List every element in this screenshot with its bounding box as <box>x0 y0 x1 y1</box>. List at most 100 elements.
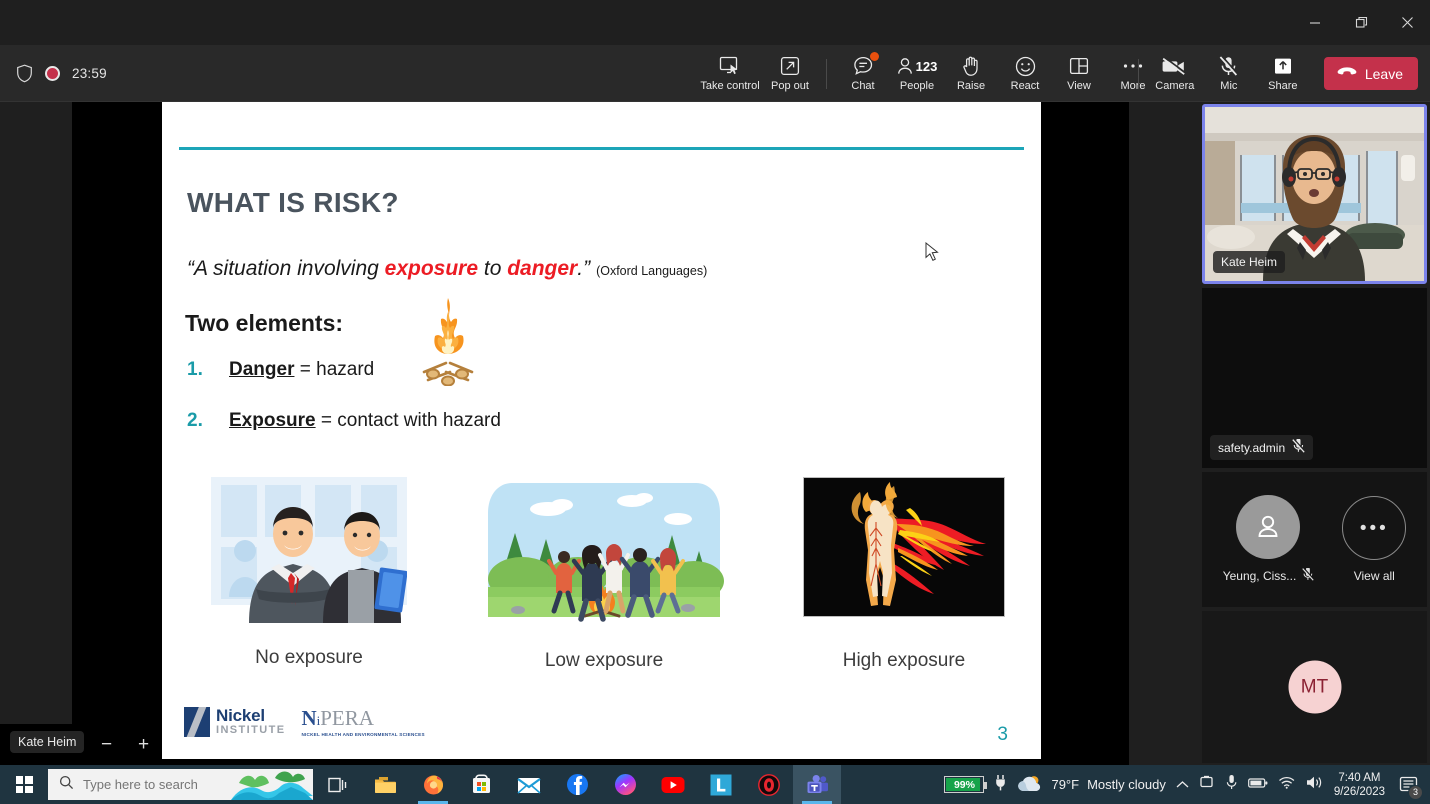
battery-icon[interactable] <box>1247 776 1268 794</box>
close-button[interactable] <box>1384 0 1430 45</box>
taskbar-search[interactable] <box>48 769 313 800</box>
file-explorer-icon[interactable] <box>361 765 409 804</box>
avatar-label-row: Yeung, Ciss... <box>1223 567 1315 584</box>
pop-out-button[interactable]: Pop out <box>763 47 817 100</box>
camera-off-icon <box>1162 55 1187 77</box>
teams-meeting-window: 23:59 Take control Pop out Chat 123 Peop… <box>0 0 1430 804</box>
more-ellipsis-icon: ••• <box>1342 496 1407 560</box>
raise-hand-icon <box>962 55 981 77</box>
weather-cloud-icon <box>1017 774 1043 796</box>
react-button[interactable]: React <box>998 47 1052 100</box>
volume-icon[interactable] <box>1305 775 1324 795</box>
zoom-controls: − + <box>88 724 162 765</box>
toolbar-right-group: Camera Mic Share Leave <box>1129 45 1418 102</box>
participant-tile-active[interactable]: Kate Heim <box>1202 104 1427 284</box>
people-icon <box>897 57 912 74</box>
youtube-icon[interactable] <box>649 765 697 804</box>
slide-page-number: 3 <box>997 724 1008 745</box>
participant-tile-initials[interactable]: MT <box>1202 611 1427 763</box>
list-number-2: 2. <box>187 410 203 431</box>
participant-roster: Kate Heim safety.admin Yeung, Ciss... ••… <box>1199 102 1430 765</box>
microphone-icon[interactable] <box>1225 774 1238 795</box>
mail-icon[interactable] <box>505 765 553 804</box>
business-people-photo <box>211 477 407 623</box>
mic-muted-icon <box>1292 438 1306 456</box>
nipera-logo: NiPERA NICKEL HEALTH AND ENVIRONMENTAL S… <box>301 708 424 738</box>
weather-widget[interactable]: 79°F Mostly cloudy <box>1017 774 1166 796</box>
share-label: Share <box>1268 80 1298 92</box>
slide-quote: “A situation involving exposure to dange… <box>187 257 707 281</box>
participant-name: safety.admin <box>1218 440 1286 455</box>
pop-out-label: Pop out <box>771 80 809 92</box>
people-icon-group: 123 <box>897 55 938 77</box>
zoom-out-button[interactable]: − <box>101 735 112 754</box>
minimize-button[interactable] <box>1292 0 1338 45</box>
chat-icon <box>853 52 879 77</box>
microsoft-store-icon[interactable] <box>457 765 505 804</box>
zoom-in-button[interactable]: + <box>138 735 149 754</box>
take-control-icon <box>719 55 741 77</box>
chat-button[interactable]: Chat <box>836 47 890 100</box>
raise-hand-button[interactable]: Raise <box>944 47 998 100</box>
pop-out-icon <box>780 55 800 77</box>
list-term-exposure: Exposure <box>229 410 316 431</box>
record-dot-icon <box>45 66 60 81</box>
quote-part-1: “A situation involving <box>187 257 385 280</box>
caption-low-exposure: Low exposure <box>544 650 664 671</box>
participant-avatar-yeung[interactable]: Yeung, Ciss... <box>1223 495 1315 584</box>
onedrive-icon[interactable] <box>1199 775 1215 795</box>
windows-start-icon <box>15 776 33 793</box>
person-on-fire-photo <box>803 477 1005 617</box>
slide-logos: Nickel INSTITUTE NiPERA NICKEL HEALTH AN… <box>184 707 425 737</box>
take-control-label: Take control <box>700 80 760 92</box>
battery-indicator[interactable]: 99% <box>944 776 988 793</box>
mic-muted-icon <box>1302 567 1315 584</box>
taskbar-clock[interactable]: 7:40 AM 9/26/2023 <box>1334 771 1385 799</box>
view-all-button[interactable]: ••• View all <box>1342 496 1407 583</box>
shared-screen-frame[interactable]: WHAT IS RISK? “A situation involving exp… <box>72 102 1129 765</box>
take-control-button[interactable]: Take control <box>697 47 763 100</box>
firefox-icon[interactable] <box>409 765 457 804</box>
microsoft-teams-icon[interactable] <box>793 765 841 804</box>
people-count: 123 <box>915 58 938 74</box>
messenger-icon[interactable] <box>601 765 649 804</box>
toolbar-divider <box>826 58 827 89</box>
leave-button[interactable]: Leave <box>1323 57 1418 90</box>
quote-danger: danger <box>507 257 578 280</box>
facebook-icon[interactable] <box>553 765 601 804</box>
share-button[interactable]: Share <box>1256 47 1310 100</box>
people-button[interactable]: 123 People <box>890 47 944 100</box>
power-plug-icon <box>994 774 1007 796</box>
people-label: People <box>899 80 935 92</box>
task-view-icon[interactable] <box>313 765 361 804</box>
meeting-toolbar: 23:59 Take control Pop out Chat 123 Peop… <box>0 45 1430 102</box>
clock-time: 7:40 AM <box>1338 771 1381 784</box>
list-term-danger: Danger <box>229 359 295 380</box>
camera-toggle-button[interactable]: Camera <box>1148 47 1202 100</box>
participant-name: Kate Heim <box>1221 255 1278 269</box>
chevron-up-icon[interactable] <box>1176 776 1189 794</box>
view-label: View <box>1067 80 1091 92</box>
lastpass-icon[interactable] <box>697 765 745 804</box>
participant-name-pill: Kate Heim <box>1213 251 1286 273</box>
presentation-slide: WHAT IS RISK? “A situation involving exp… <box>162 102 1041 759</box>
maximize-restore-button[interactable] <box>1338 0 1384 45</box>
meeting-stage: WHAT IS RISK? “A situation involving exp… <box>0 102 1199 765</box>
participant-tile-safety-admin[interactable]: safety.admin <box>1202 288 1427 468</box>
mic-toggle-button[interactable]: Mic <box>1202 47 1256 100</box>
view-all-label: View all <box>1353 569 1395 583</box>
list-rest-1: = hazard <box>294 359 375 380</box>
wifi-icon[interactable] <box>1278 776 1295 794</box>
search-input[interactable] <box>83 777 243 792</box>
notification-count-badge: 3 <box>1408 784 1423 800</box>
opera-gx-icon[interactable] <box>745 765 793 804</box>
view-grid-icon <box>1069 55 1089 77</box>
view-button[interactable]: View <box>1052 47 1106 100</box>
start-button[interactable] <box>0 765 48 804</box>
mic-off-icon <box>1219 55 1239 77</box>
view-all-label-row: View all <box>1354 569 1395 583</box>
clock-date: 9/26/2023 <box>1333 785 1385 798</box>
slide-title: WHAT IS RISK? <box>187 187 399 218</box>
windows-taskbar: 99% 79°F Mostly cloudy <box>0 765 1430 804</box>
notification-center-button[interactable]: 3 <box>1395 772 1423 800</box>
